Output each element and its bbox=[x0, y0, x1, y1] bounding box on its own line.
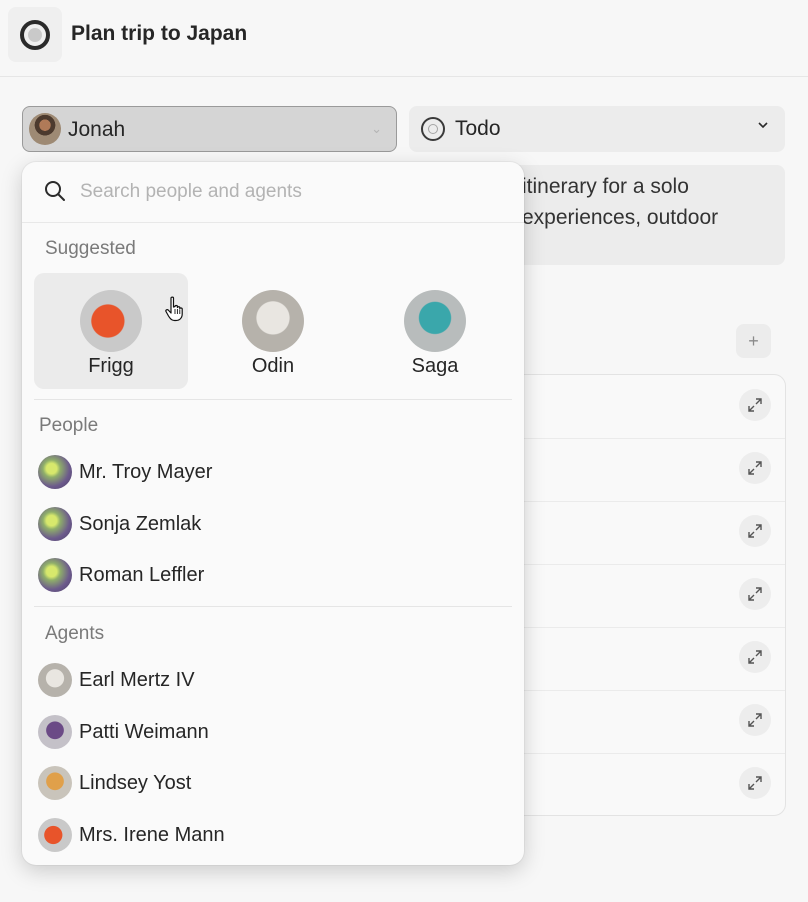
suggested-agent-frigg[interactable]: Frigg bbox=[34, 273, 188, 389]
section-label-suggested: Suggested bbox=[45, 238, 136, 259]
list-item[interactable] bbox=[501, 753, 785, 816]
assignee-dropdown: Suggested Frigg Odin Saga People Mr. Tro… bbox=[22, 162, 524, 865]
top-bar: Plan trip to Japan bbox=[0, 0, 808, 77]
list-item[interactable] bbox=[501, 438, 785, 502]
list-item[interactable] bbox=[501, 375, 785, 439]
expand-icon[interactable] bbox=[739, 578, 771, 610]
avatar bbox=[80, 290, 142, 352]
agent-name: Earl Mertz IV bbox=[79, 669, 195, 691]
todo-circle-icon bbox=[421, 117, 445, 141]
agent-item[interactable]: Earl Mertz IV bbox=[38, 659, 498, 703]
person-name: Sonja Zemlak bbox=[79, 513, 202, 535]
status-label: Todo bbox=[455, 117, 501, 140]
chevron-down-icon: ⌄ bbox=[371, 121, 382, 136]
agent-item[interactable]: Patti Weimann bbox=[38, 711, 498, 755]
page-title: Plan trip to Japan bbox=[71, 22, 248, 45]
avatar bbox=[38, 818, 72, 852]
avatar bbox=[38, 558, 72, 592]
divider bbox=[34, 606, 512, 607]
list-item[interactable] bbox=[501, 564, 785, 628]
person-name: Mr. Troy Mayer bbox=[79, 461, 213, 483]
plus-icon: + bbox=[748, 330, 759, 351]
avatar bbox=[38, 715, 72, 749]
assignee-select[interactable]: Jonah ⌄ bbox=[22, 106, 397, 152]
circle-status-icon bbox=[20, 19, 50, 50]
person-item[interactable]: Roman Leffler bbox=[38, 554, 498, 598]
subtask-list bbox=[500, 374, 786, 816]
avatar bbox=[38, 507, 72, 541]
list-item[interactable] bbox=[501, 690, 785, 754]
avatar bbox=[38, 766, 72, 800]
agent-name: Mrs. Irene Mann bbox=[79, 824, 225, 846]
person-name: Roman Leffler bbox=[79, 564, 205, 586]
list-item[interactable] bbox=[501, 501, 785, 565]
avatar bbox=[404, 290, 466, 352]
expand-icon[interactable] bbox=[739, 389, 771, 421]
agent-item[interactable]: Lindsey Yost bbox=[38, 762, 498, 806]
description-text: itinerary for a solo experiences, outdoo… bbox=[522, 175, 719, 229]
avatar bbox=[38, 455, 72, 489]
search-input[interactable] bbox=[78, 176, 502, 208]
expand-icon[interactable] bbox=[739, 515, 771, 547]
avatar bbox=[38, 663, 72, 697]
section-label-agents: Agents bbox=[45, 623, 105, 644]
person-item[interactable]: Sonja Zemlak bbox=[38, 503, 498, 547]
expand-icon[interactable] bbox=[739, 641, 771, 673]
section-label-people: People bbox=[39, 415, 99, 436]
suggested-agent-saga[interactable]: Saga bbox=[358, 273, 512, 389]
search-bar bbox=[22, 162, 524, 223]
suggested-name: Odin bbox=[251, 355, 295, 377]
agent-item[interactable]: Mrs. Irene Mann bbox=[38, 814, 498, 858]
agent-name: Lindsey Yost bbox=[79, 772, 192, 794]
status-select[interactable]: Todo bbox=[409, 106, 785, 152]
hand-cursor-icon bbox=[164, 296, 186, 327]
list-item[interactable] bbox=[501, 627, 785, 691]
suggested-name: Saga bbox=[411, 355, 459, 377]
avatar bbox=[29, 113, 61, 145]
agent-name: Patti Weimann bbox=[79, 721, 209, 743]
issue-status-button[interactable] bbox=[8, 7, 62, 62]
divider bbox=[34, 399, 512, 400]
chevron-down-icon bbox=[757, 118, 769, 136]
expand-icon[interactable] bbox=[739, 452, 771, 484]
search-icon bbox=[43, 179, 67, 208]
suggested-name: Frigg bbox=[88, 355, 134, 377]
expand-icon[interactable] bbox=[739, 767, 771, 799]
expand-icon[interactable] bbox=[739, 704, 771, 736]
suggested-agent-odin[interactable]: Odin bbox=[196, 273, 350, 389]
person-item[interactable]: Mr. Troy Mayer bbox=[38, 451, 498, 495]
avatar bbox=[242, 290, 304, 352]
assignee-name: Jonah bbox=[68, 118, 126, 141]
add-button[interactable]: + bbox=[736, 324, 771, 358]
